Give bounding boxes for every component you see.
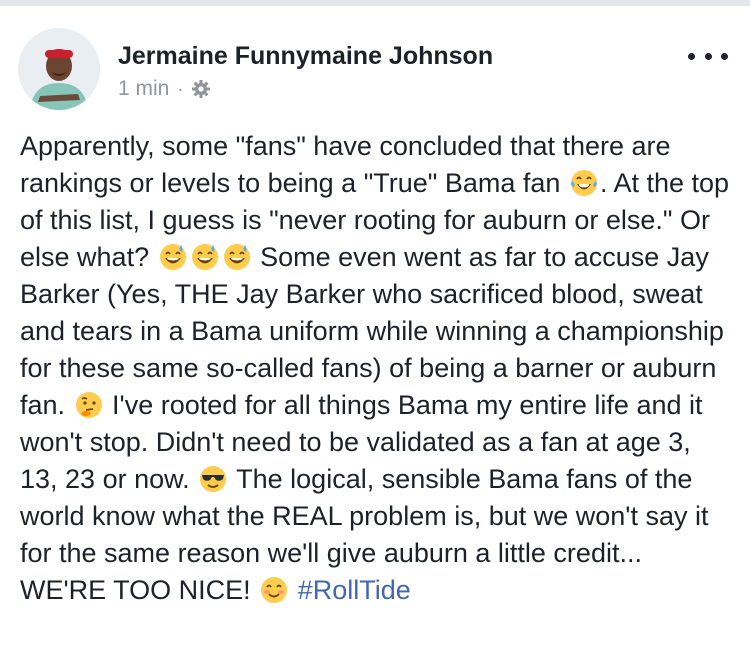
post-timestamp[interactable]: 1 min	[118, 77, 169, 101]
sweat-smile-emoji	[222, 242, 252, 272]
post-meta: 1 min ·	[118, 77, 211, 101]
laugh-tears-emoji	[569, 168, 599, 198]
more-options-icon[interactable]	[688, 46, 728, 66]
post-text-segment	[290, 575, 298, 605]
gear-icon[interactable]	[191, 79, 211, 99]
sweat-smile-emoji	[190, 242, 220, 272]
post-body: Apparently, some "fans" have concluded t…	[20, 128, 732, 609]
hashtag-link[interactable]: #RollTide	[298, 575, 411, 605]
more-dot	[688, 52, 695, 60]
smiling-blush-emoji	[259, 575, 289, 605]
sunglasses-emoji	[198, 464, 228, 494]
more-dot	[704, 52, 712, 60]
thinking-emoji	[74, 390, 104, 420]
author-name[interactable]: Jermaine Funnymaine Johnson	[118, 42, 493, 71]
more-dot	[721, 52, 728, 60]
avatar[interactable]	[18, 28, 100, 110]
meta-separator: ·	[177, 78, 184, 99]
sweat-smile-emoji	[158, 242, 188, 272]
post-header: Jermaine Funnymaine Johnson 1 min ·	[0, 6, 750, 116]
